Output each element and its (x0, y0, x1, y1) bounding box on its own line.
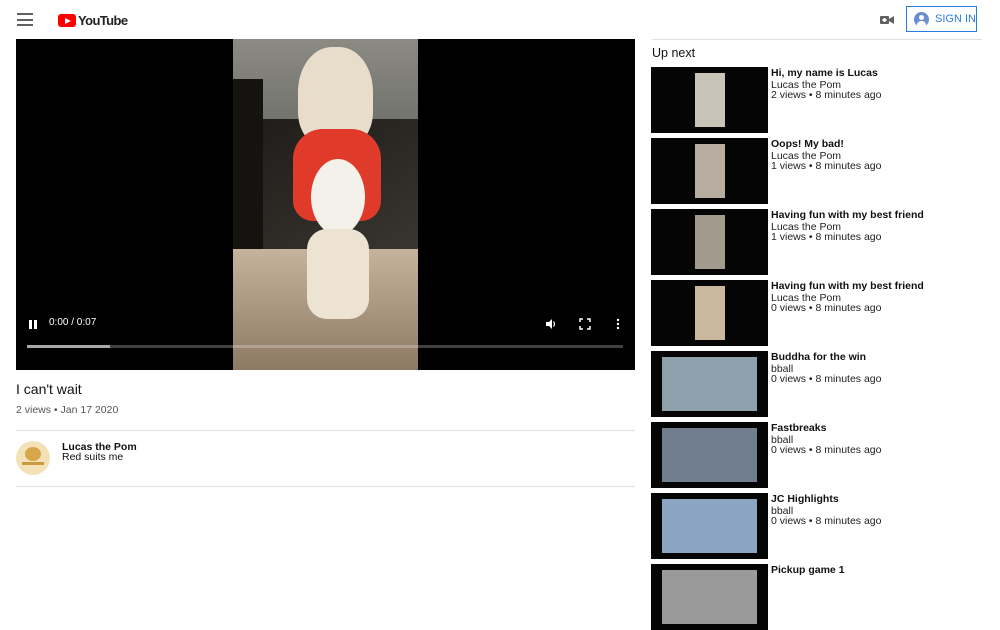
volume-icon[interactable] (545, 318, 557, 330)
up-next-title[interactable]: JC Highlights (771, 493, 839, 505)
up-next-stats: 0 views • 8 minutes ago (771, 515, 882, 527)
sign-in-button[interactable]: SIGN IN (906, 6, 977, 32)
channel-avatar[interactable] (16, 441, 50, 475)
video-meta: 2 views • Jan 17 2020 (16, 404, 119, 416)
up-next-item[interactable]: Pickup game 1 (651, 564, 986, 630)
time-display: 0:00 / 0:07 (49, 317, 97, 328)
up-next-item[interactable]: Having fun with my best friend Lucas the … (651, 280, 986, 346)
progress-bar[interactable] (27, 345, 623, 348)
video-title: I can't wait (16, 381, 82, 397)
youtube-logo[interactable]: YouTube (58, 13, 128, 28)
up-next-item[interactable]: JC Highlights bball 0 views • 8 minutes ag… (651, 493, 986, 559)
up-next-stats: 0 views • 8 minutes ago (771, 373, 882, 385)
video-thumbnail[interactable] (651, 493, 768, 559)
fullscreen-icon[interactable] (579, 318, 591, 330)
video-player[interactable]: 0:00 / 0:07 (16, 39, 635, 370)
up-next-item[interactable]: Oops! My bad! Lucas the Pom 1 views • 8 mi… (651, 138, 986, 204)
video-thumbnail[interactable] (651, 280, 768, 346)
up-next-title[interactable]: Buddha for the win (771, 351, 866, 363)
menu-icon[interactable] (17, 13, 33, 26)
logo-text: YouTube (78, 13, 128, 28)
video-frame (233, 39, 418, 370)
up-next-item[interactable]: Hi, my name is Lucas Lucas the Pom 2 views… (651, 67, 986, 133)
video-thumbnail[interactable] (651, 564, 768, 630)
up-next-title[interactable]: Having fun with my best friend (771, 280, 924, 292)
up-next-stats: 1 views • 8 minutes ago (771, 160, 882, 172)
up-next-stats: 0 views • 8 minutes ago (771, 302, 882, 314)
up-next-stats: 2 views • 8 minutes ago (771, 89, 882, 101)
up-next-title[interactable]: Hi, my name is Lucas (771, 67, 878, 79)
up-next-heading: Up next (652, 46, 696, 60)
video-thumbnail[interactable] (651, 351, 768, 417)
up-next-item[interactable]: Having fun with my best friend Lucas the … (651, 209, 986, 275)
video-thumbnail[interactable] (651, 67, 768, 133)
up-next-title[interactable]: Oops! My bad! (771, 138, 844, 150)
up-next-stats: 0 views • 8 minutes ago (771, 444, 882, 456)
up-next-title[interactable]: Pickup game 1 (771, 564, 845, 576)
up-next-title[interactable]: Fastbreaks (771, 422, 826, 434)
account-icon (914, 11, 929, 27)
up-next-title[interactable]: Having fun with my best friend (771, 209, 924, 221)
video-description: Red suits me (62, 451, 124, 463)
more-options-icon[interactable] (612, 318, 624, 330)
player-controls: 0:00 / 0:07 (16, 317, 635, 370)
up-next-item[interactable]: Buddha for the win bball 0 views • 8 minut… (651, 351, 986, 417)
video-thumbnail[interactable] (651, 138, 768, 204)
video-camera-icon[interactable] (880, 15, 894, 25)
sign-in-label: SIGN IN (935, 13, 976, 25)
play-logo-icon (58, 14, 76, 27)
pause-icon[interactable] (29, 320, 37, 329)
divider (16, 430, 635, 431)
video-thumbnail[interactable] (651, 422, 768, 488)
video-thumbnail[interactable] (651, 209, 768, 275)
header-divider (652, 39, 982, 40)
progress-fill (27, 345, 111, 348)
up-next-stats: 1 views • 8 minutes ago (771, 231, 882, 243)
up-next-item[interactable]: Fastbreaks bball 0 views • 8 minutes ago (651, 422, 986, 488)
divider (16, 486, 635, 487)
